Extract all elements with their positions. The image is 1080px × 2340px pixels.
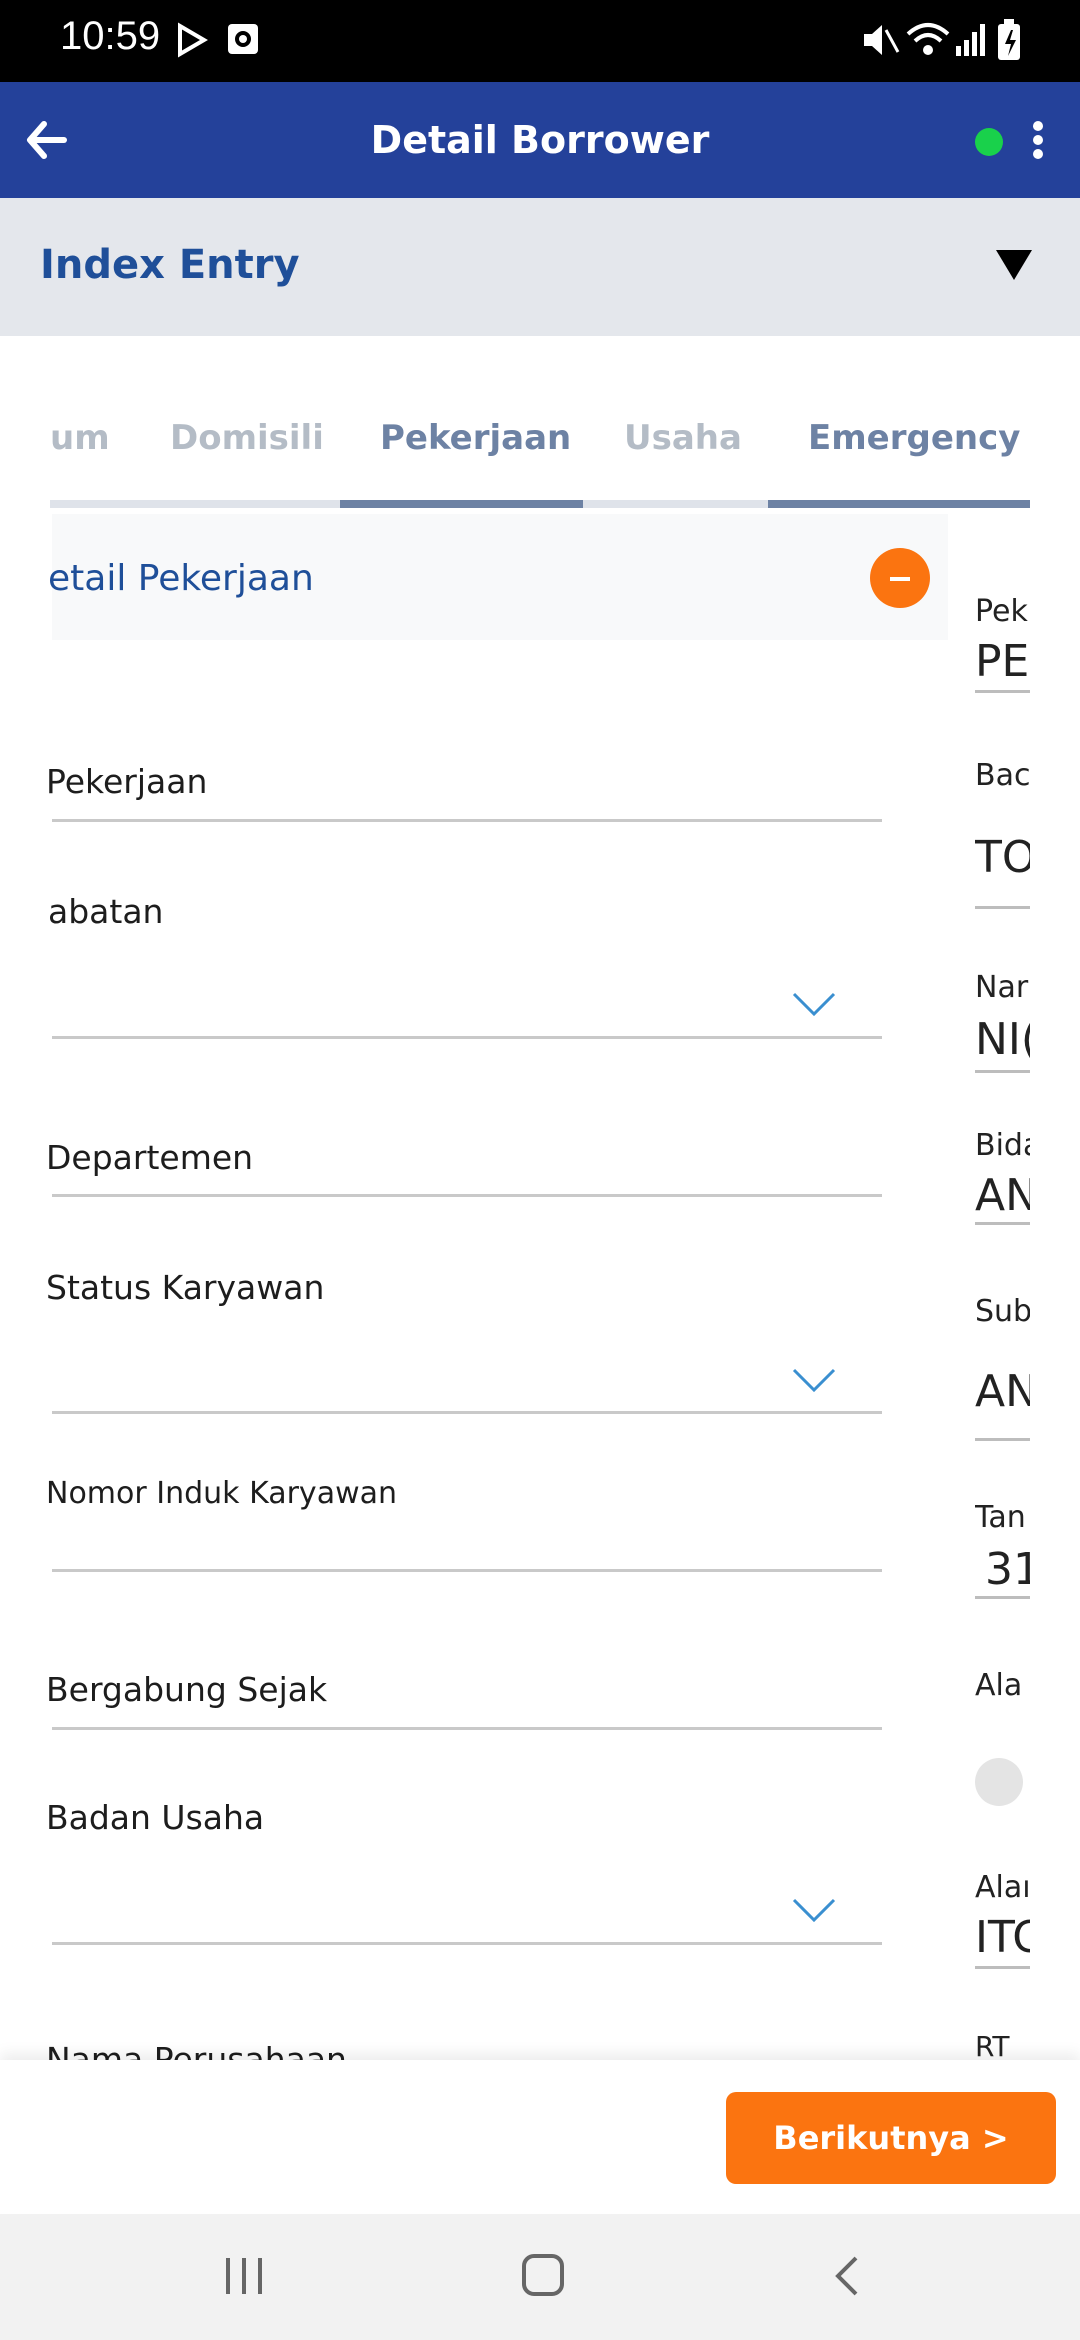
tab-domisili[interactable]: Domisili [170, 418, 324, 458]
right-underline [975, 690, 1030, 693]
right-label-bad: Bac [975, 758, 1030, 793]
signal-icon [956, 24, 985, 56]
status-time: 10:59 [60, 14, 161, 58]
right-label-rt: RT [975, 2030, 1010, 2060]
right-underline [975, 1596, 1030, 1599]
badan-usaha-select[interactable] [52, 1942, 882, 1945]
right-underline [975, 906, 1030, 909]
tab-usaha[interactable]: Usaha [624, 418, 742, 458]
right-label-sub: Sub [975, 1294, 1030, 1329]
right-label-pek: Pek [975, 594, 1028, 629]
app-bar: Detail Borrower [0, 82, 1080, 198]
nomor-induk-input[interactable] [52, 1569, 882, 1572]
system-nav-bar [0, 2214, 1080, 2340]
page-title: Detail Borrower [370, 118, 710, 162]
chevron-down-icon[interactable] [790, 1896, 838, 1926]
jabatan-select[interactable] [52, 1036, 882, 1039]
index-entry-header[interactable]: Index Entry [0, 198, 1080, 336]
tab-divider [50, 500, 340, 508]
camera-icon [228, 24, 258, 54]
status-bar: 10:59 [0, 0, 1080, 82]
index-entry-title: Index Entry [40, 242, 300, 288]
section-header[interactable]: etail Pekerjaan [48, 514, 948, 640]
right-label-alam: Alaı [975, 1870, 1030, 1905]
field-label-bergabung-sejak: Bergabung Sejak [46, 1670, 328, 1709]
tab-active-indicator [340, 500, 583, 508]
right-underline [975, 1070, 1030, 1073]
departemen-input[interactable] [52, 1194, 882, 1197]
right-label-tan: Tan [975, 1500, 1026, 1535]
mute-icon [864, 25, 900, 55]
field-label-partial: Nama Perusahaan [46, 2040, 347, 2062]
status-karyawan-select[interactable] [52, 1411, 882, 1414]
tab-umum[interactable]: um [50, 418, 110, 458]
field-label-badan-usaha: Badan Usaha [46, 1798, 265, 1837]
battery-icon [998, 19, 1020, 60]
field-label-nomor-induk: Nomor Induk Karyawan [46, 1476, 398, 1511]
right-value-bid[interactable]: AN [975, 1170, 1030, 1221]
play-store-icon [178, 22, 208, 58]
right-value-tan[interactable]: 31 [985, 1544, 1030, 1595]
right-underline [975, 1966, 1030, 1969]
right-value-bad[interactable]: TO [975, 832, 1030, 883]
right-label-ala: Ala [975, 1668, 1023, 1703]
wifi-icon [906, 23, 950, 55]
triangle-down-icon[interactable] [994, 248, 1034, 282]
toggle-radio[interactable] [975, 1758, 1023, 1806]
more-vert-icon[interactable] [1030, 120, 1046, 164]
right-value-pek[interactable]: PEI [975, 636, 1030, 687]
tab-divider [583, 500, 768, 508]
chevron-down-icon[interactable] [790, 1366, 838, 1396]
tab-emergency[interactable]: Emergency [808, 418, 1020, 458]
minus-circle-icon[interactable] [870, 548, 930, 608]
bergabung-sejak-input[interactable] [52, 1727, 882, 1730]
pekerjaan-input[interactable] [52, 819, 882, 822]
online-status-dot [975, 128, 1003, 156]
field-label-pekerjaan: Pekerjaan [46, 762, 208, 801]
right-underline [975, 1222, 1030, 1225]
chevron-down-icon[interactable] [790, 990, 838, 1020]
recent-apps-icon[interactable] [222, 2254, 266, 2298]
tab-pekerjaan[interactable]: Pekerjaan [380, 418, 571, 458]
section-title: etail Pekerjaan [48, 558, 314, 599]
right-value-nar[interactable]: NI( [975, 1014, 1030, 1065]
back-nav-icon[interactable] [830, 2254, 864, 2298]
field-label-status-karyawan: Status Karyawan [46, 1268, 325, 1307]
right-value-sub[interactable]: AN [975, 1366, 1030, 1417]
right-label-nar: Nar [975, 970, 1029, 1005]
right-form-column: Pek PEI Bac TO Nar NI( Bida AN Sub AN Ta… [975, 500, 1030, 2060]
right-underline [975, 1438, 1030, 1441]
right-label-bid: Bida [975, 1128, 1030, 1163]
home-icon[interactable] [520, 2252, 566, 2298]
field-label-departemen: Departemen [46, 1138, 254, 1177]
next-button[interactable]: Berikutnya > [726, 2092, 1056, 2184]
right-value-alam[interactable]: ITC [975, 1912, 1030, 1963]
field-label-jabatan: abatan [48, 892, 164, 931]
